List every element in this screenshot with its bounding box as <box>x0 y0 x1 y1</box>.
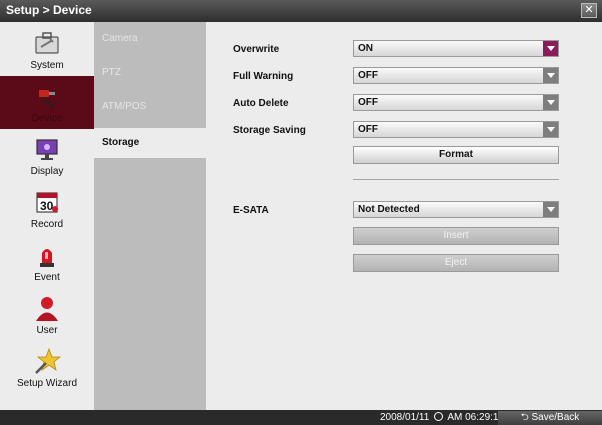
title-bar: Setup > Device ✕ <box>0 0 602 22</box>
auto-delete-select[interactable]: OFF <box>353 94 559 111</box>
insert-button[interactable]: Insert <box>353 227 559 245</box>
sidebar-item-label: System <box>30 60 64 71</box>
full-warning-label: Full Warning <box>233 71 294 82</box>
storage-saving-value: OFF <box>358 124 378 135</box>
svg-text:30: 30 <box>40 199 54 213</box>
chevron-down-icon <box>543 95 558 110</box>
storage-panel: Overwrite ON Full Warning OFF Auto Delet… <box>206 22 602 410</box>
subnav-item-storage[interactable]: Storage <box>94 128 206 158</box>
datetime-display: 2008/01/11 AM 06:29:18 <box>380 412 504 423</box>
format-button[interactable]: Format <box>353 146 559 164</box>
chevron-down-icon <box>543 202 558 217</box>
subnav-item-ptz[interactable]: PTZ <box>94 58 206 88</box>
eject-button[interactable]: Eject <box>353 254 559 272</box>
esata-label: E-SATA <box>233 205 269 216</box>
date-text: 2008/01/11 <box>380 412 430 423</box>
status-bar: 2008/01/11 AM 06:29:18 ⮌ Save/Back <box>0 410 602 425</box>
subnav-item-atm-pos[interactable]: ATM/POS <box>94 92 206 122</box>
close-icon: ✕ <box>584 4 594 16</box>
user-icon <box>36 297 58 321</box>
sidebar-item-setup-wizard[interactable]: Setup Wizard <box>0 341 94 394</box>
sidebar-item-display[interactable]: Display <box>0 129 94 182</box>
sidebar-item-label: Setup Wizard <box>16 378 78 389</box>
divider <box>353 179 559 180</box>
sidebar-item-device[interactable]: Device <box>0 76 94 129</box>
storage-saving-select[interactable]: OFF <box>353 121 559 138</box>
subnav-item-camera[interactable]: Camera <box>94 24 206 54</box>
chevron-down-icon <box>543 122 558 137</box>
storage-saving-label: Storage Saving <box>233 125 306 136</box>
wand-star-icon <box>35 347 61 374</box>
sidebar-item-label: Event <box>34 272 60 283</box>
return-arrow-icon: ⮌ <box>520 412 532 423</box>
overwrite-select[interactable]: ON <box>353 40 559 57</box>
close-button[interactable]: ✕ <box>581 3 597 18</box>
clock-icon <box>434 412 444 421</box>
full-warning-value: OFF <box>358 70 378 81</box>
alarm-light-icon <box>40 249 54 267</box>
toolbox-icon <box>35 32 59 54</box>
sidebar-item-record[interactable]: 30 Record <box>0 182 94 235</box>
auto-delete-label: Auto Delete <box>233 98 289 109</box>
sidebar-item-system[interactable]: System <box>0 23 94 76</box>
chevron-down-icon <box>543 68 558 83</box>
subnav: Camera PTZ ATM/POS Storage <box>94 22 206 410</box>
sidebar-item-user[interactable]: User <box>0 288 94 341</box>
time-text: AM 06:29:18 <box>447 412 505 423</box>
page-title: Setup > Device <box>6 3 92 17</box>
sidebar-item-label: Device <box>31 113 63 124</box>
overwrite-label: Overwrite <box>233 44 280 55</box>
sidebar-item-label: User <box>36 325 58 336</box>
sidebar-item-label: Record <box>30 219 64 230</box>
overwrite-value: ON <box>358 43 373 54</box>
calendar-icon: 30 <box>36 192 58 213</box>
esata-value: Not Detected <box>358 204 420 215</box>
save-back-button[interactable]: ⮌ Save/Back <box>498 411 602 425</box>
auto-delete-value: OFF <box>358 97 378 108</box>
sidebar: System Device Display 30 Record Event Us… <box>0 22 94 410</box>
sidebar-item-event[interactable]: Event <box>0 235 94 288</box>
monitor-icon <box>36 139 58 160</box>
esata-select[interactable]: Not Detected <box>353 201 559 218</box>
save-back-label: Save/Back <box>531 412 580 423</box>
sidebar-item-label: Display <box>30 166 64 177</box>
full-warning-select[interactable]: OFF <box>353 67 559 84</box>
cable-plug-icon <box>39 90 55 109</box>
chevron-down-icon <box>543 41 558 56</box>
